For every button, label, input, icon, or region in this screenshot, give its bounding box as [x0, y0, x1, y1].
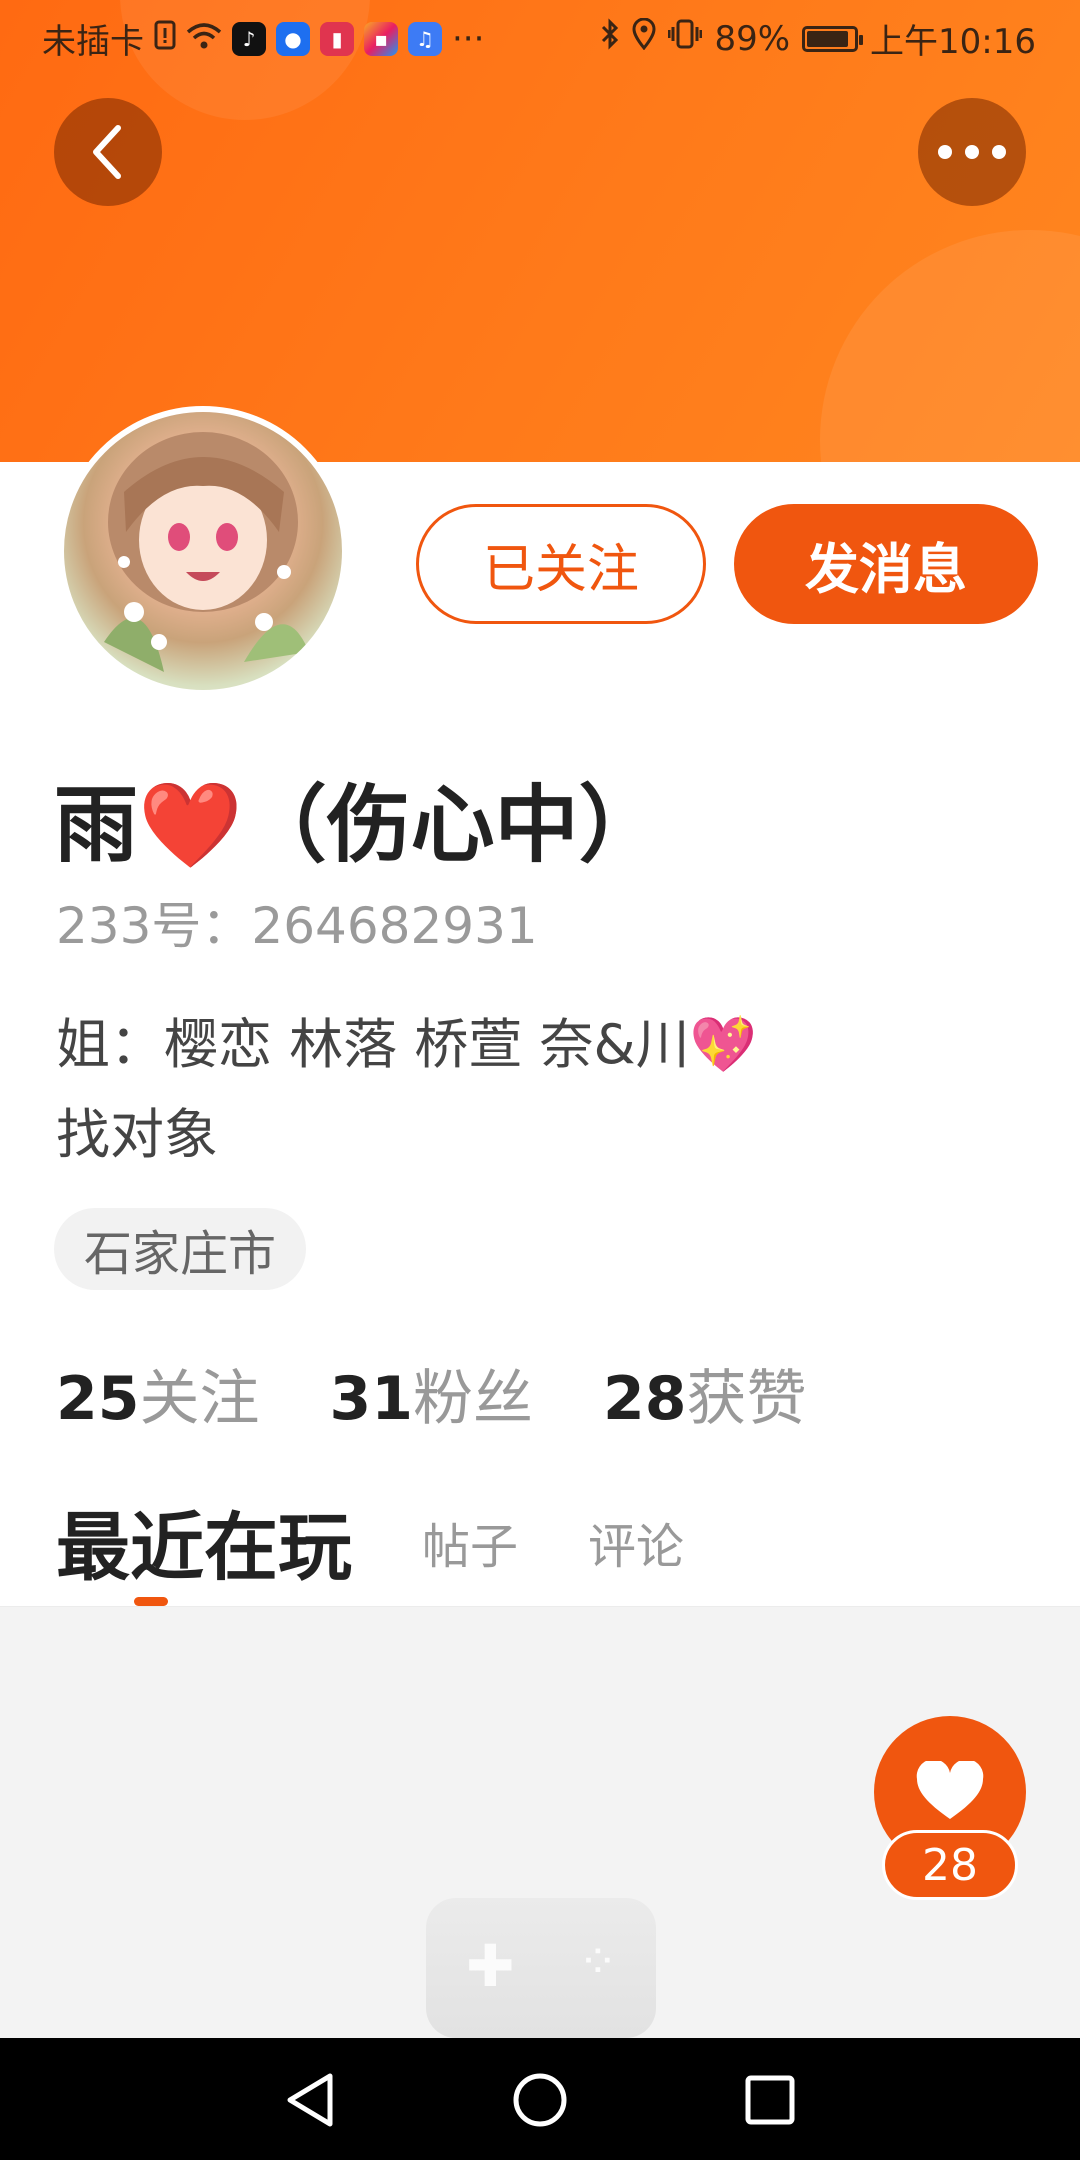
active-tab-indicator	[134, 1597, 168, 1606]
bluetooth-icon	[600, 18, 620, 59]
app-icon: ▪	[364, 21, 398, 56]
wifi-icon	[186, 19, 222, 59]
followed-button[interactable]: 已关注	[416, 504, 706, 624]
sim-alert-icon	[154, 19, 176, 59]
location-icon	[632, 17, 656, 59]
status-bar: 未插卡 ♪ ● ▮ ▪ ♫ ··· 89% 上午10:16	[0, 0, 1080, 72]
avatar-image	[104, 432, 309, 672]
vibrate-icon	[667, 18, 703, 59]
battery-icon	[802, 25, 864, 52]
recents-square-icon	[745, 2075, 795, 2125]
likes-label: 获赞	[686, 1364, 807, 1434]
profile-tabs: 最近在玩 帖子 评论	[56, 1488, 684, 1595]
more-notifications-icon: ···	[452, 18, 485, 59]
profile-bio: 姐：樱恋 林落 桥萱 奈&川💖 找对象	[56, 1000, 757, 1180]
reader-icon: ▮	[320, 21, 354, 56]
triangle-back-icon	[287, 2073, 333, 2127]
system-navigation-bar	[0, 2038, 1080, 2160]
clock: 上午10:16	[870, 22, 1036, 62]
chevron-left-icon	[93, 125, 121, 179]
tiktok-icon: ♪	[232, 21, 266, 56]
battery-percent: 89%	[714, 18, 791, 59]
send-message-button[interactable]: 发消息	[734, 504, 1038, 624]
bio-line: 找对象	[56, 1103, 218, 1166]
gamepad-buttons-icon: ⁘	[577, 1934, 618, 1990]
gamepad-icon: ✚ ⁘	[426, 1898, 656, 2038]
tab-recently-played[interactable]: 最近在玩	[56, 1488, 352, 1595]
following-stat[interactable]: 25关注	[56, 1350, 260, 1437]
dpad-icon: ✚	[466, 1932, 515, 2000]
nav-home-button[interactable]	[498, 2058, 582, 2142]
likes-stat[interactable]: 28获赞	[603, 1350, 807, 1437]
carrier-text: 未插卡	[42, 22, 144, 62]
app-icon: ●	[276, 21, 310, 56]
header-decoration	[820, 230, 1080, 462]
profile-nickname: 雨❤️（伤心中）	[54, 776, 663, 874]
battery-fill	[807, 30, 849, 47]
fans-stat[interactable]: 31粉丝	[330, 1350, 534, 1437]
following-count: 25	[56, 1364, 140, 1434]
bio-line: 姐：樱恋 林落 桥萱 奈&川💖	[56, 1013, 757, 1076]
tab-posts[interactable]: 帖子	[422, 1507, 518, 1577]
fans-label: 粉丝	[413, 1364, 533, 1434]
location-tag: 石家庄市	[54, 1208, 307, 1290]
nav-recents-button[interactable]	[728, 2058, 812, 2142]
like-count-badge: 28	[882, 1830, 1018, 1900]
back-button[interactable]	[54, 98, 162, 206]
tab-comments[interactable]: 评论	[588, 1507, 684, 1577]
fans-count: 31	[329, 1364, 414, 1434]
avatar[interactable]	[58, 406, 348, 696]
more-dots-icon	[938, 145, 1006, 159]
likes-count: 28	[603, 1364, 687, 1434]
following-label: 关注	[139, 1364, 260, 1434]
heart-icon	[916, 1761, 984, 1819]
profile-stats: 25关注 31粉丝 28获赞	[56, 1350, 807, 1437]
profile-id: 233号：264682931	[56, 897, 538, 955]
music-icon: ♫	[408, 21, 442, 56]
home-circle-icon	[513, 2073, 567, 2127]
nav-back-button[interactable]	[268, 2058, 352, 2142]
more-options-button[interactable]	[918, 98, 1026, 206]
